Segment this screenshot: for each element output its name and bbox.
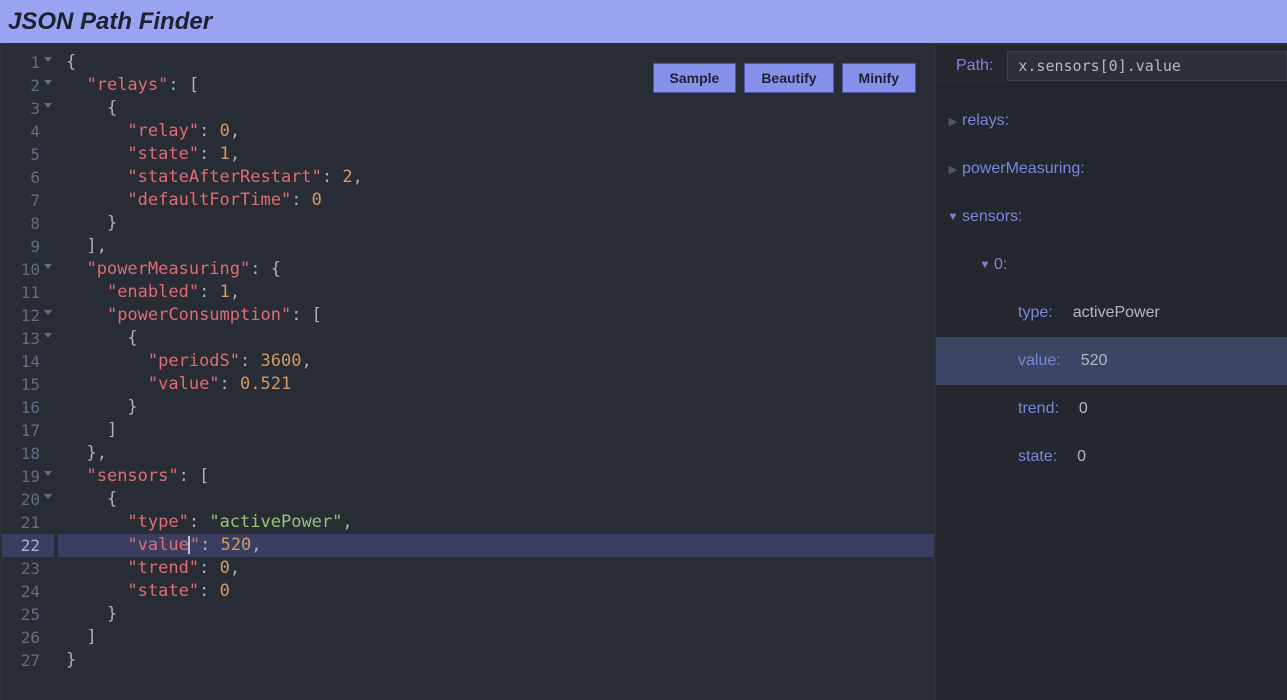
tree-row-sensors[interactable]: ▼sensors: <box>936 193 1287 241</box>
gutter-line-number: 21 <box>2 511 54 534</box>
tree-value: 0 <box>1079 400 1088 418</box>
gutter-line-number: 10 <box>2 258 54 281</box>
gutter-line-number: 24 <box>2 580 54 603</box>
code-line[interactable]: "defaultForTime": 0 <box>58 189 934 212</box>
code-line[interactable]: ] <box>58 626 934 649</box>
tree-row-powerMeasuring[interactable]: ▶powerMeasuring: <box>936 145 1287 193</box>
code-line[interactable]: } <box>58 212 934 235</box>
path-tree-panel: Path: x.sensors[0].value ▶relays:▶powerM… <box>936 45 1287 700</box>
gutter-line-number: 8 <box>2 212 54 235</box>
gutter-line-number: 16 <box>2 396 54 419</box>
gutter-line-number: 7 <box>2 189 54 212</box>
gutter-line-number: 19 <box>2 465 54 488</box>
fold-chevron-icon[interactable] <box>44 80 52 85</box>
tree-key: trend: <box>1018 400 1059 418</box>
gutter-line-number: 3 <box>2 97 54 120</box>
chevron-down-icon[interactable]: ▼ <box>944 211 962 223</box>
tree-key: value: <box>1018 352 1061 370</box>
code-line[interactable]: "powerMeasuring": { <box>58 258 934 281</box>
tree-row-trend[interactable]: trend: 0 <box>936 385 1287 433</box>
tree-key: 0: <box>994 256 1007 274</box>
code-line[interactable]: "state": 1, <box>58 143 934 166</box>
tree-value: activePower <box>1073 304 1160 322</box>
gutter-line-number: 18 <box>2 442 54 465</box>
gutter-line-number: 9 <box>2 235 54 258</box>
json-editor[interactable]: 1234567891011121314151617181920212223242… <box>0 45 936 700</box>
tree-row-0[interactable]: ▼0: <box>936 241 1287 289</box>
main-area: 1234567891011121314151617181920212223242… <box>0 45 1287 700</box>
chevron-right-icon[interactable]: ▶ <box>944 163 962 176</box>
code-line[interactable]: "powerConsumption": [ <box>58 304 934 327</box>
tree-value: 0 <box>1077 448 1086 466</box>
code-line[interactable]: } <box>58 396 934 419</box>
fold-chevron-icon[interactable] <box>44 471 52 476</box>
gutter-line-number: 23 <box>2 557 54 580</box>
path-row: Path: x.sensors[0].value <box>936 45 1287 87</box>
code-line[interactable]: "value": 0.521 <box>58 373 934 396</box>
fold-chevron-icon[interactable] <box>44 310 52 315</box>
gutter-line-number: 15 <box>2 373 54 396</box>
beautify-button[interactable]: Beautify <box>744 63 833 93</box>
fold-chevron-icon[interactable] <box>44 333 52 338</box>
gutter-line-number: 27 <box>2 649 54 672</box>
tree-key: state: <box>1018 448 1057 466</box>
tree-row-state[interactable]: state: 0 <box>936 433 1287 481</box>
gutter-line-number: 20 <box>2 488 54 511</box>
path-label: Path: <box>956 57 993 75</box>
code-line[interactable]: ] <box>58 419 934 442</box>
gutter-line-number: 6 <box>2 166 54 189</box>
path-input[interactable]: x.sensors[0].value <box>1007 51 1287 81</box>
chevron-down-icon[interactable]: ▼ <box>976 259 994 271</box>
code-line[interactable]: { <box>58 327 934 350</box>
gutter-line-number: 25 <box>2 603 54 626</box>
gutter-line-number: 2 <box>2 74 54 97</box>
code-line[interactable]: "sensors": [ <box>58 465 934 488</box>
code-line[interactable]: { <box>58 488 934 511</box>
code-line[interactable]: "state": 0 <box>58 580 934 603</box>
code-line[interactable]: } <box>58 649 934 672</box>
gutter-line-number: 26 <box>2 626 54 649</box>
sample-button[interactable]: Sample <box>653 63 737 93</box>
code-line[interactable]: "trend": 0, <box>58 557 934 580</box>
code-line[interactable]: "value": 520, <box>58 534 934 557</box>
tree-value: 520 <box>1081 352 1108 370</box>
code-line[interactable]: "enabled": 1, <box>58 281 934 304</box>
tree-key: powerMeasuring: <box>962 160 1085 178</box>
code-line[interactable]: "type": "activePower", <box>58 511 934 534</box>
code-line[interactable]: "stateAfterRestart": 2, <box>58 166 934 189</box>
tree-row-type[interactable]: type: activePower <box>936 289 1287 337</box>
gutter-line-number: 13 <box>2 327 54 350</box>
code-line[interactable]: }, <box>58 442 934 465</box>
editor-buttons: Sample Beautify Minify <box>653 63 917 93</box>
tree-row-value[interactable]: value: 520 <box>936 337 1287 385</box>
gutter-line-number: 1 <box>2 51 54 74</box>
editor-code[interactable]: { "relays": [ { "relay": 0, "state": 1, … <box>58 45 934 700</box>
minify-button[interactable]: Minify <box>842 63 916 93</box>
gutter-line-number: 17 <box>2 419 54 442</box>
tree-key: relays: <box>962 112 1009 130</box>
tree-key: sensors: <box>962 208 1022 226</box>
gutter-line-number: 4 <box>2 120 54 143</box>
code-line[interactable]: } <box>58 603 934 626</box>
json-tree: ▶relays:▶powerMeasuring:▼sensors:▼0:type… <box>936 87 1287 481</box>
gutter-line-number: 22 <box>2 534 54 557</box>
gutter-line-number: 11 <box>2 281 54 304</box>
fold-chevron-icon[interactable] <box>44 57 52 62</box>
gutter-line-number: 5 <box>2 143 54 166</box>
fold-chevron-icon[interactable] <box>44 264 52 269</box>
editor-gutter: 1234567891011121314151617181920212223242… <box>2 45 58 700</box>
fold-chevron-icon[interactable] <box>44 103 52 108</box>
code-line[interactable]: { <box>58 97 934 120</box>
fold-chevron-icon[interactable] <box>44 494 52 499</box>
tree-row-relays[interactable]: ▶relays: <box>936 97 1287 145</box>
chevron-right-icon[interactable]: ▶ <box>944 115 962 128</box>
code-line[interactable]: ], <box>58 235 934 258</box>
code-line[interactable]: "periodS": 3600, <box>58 350 934 373</box>
tree-key: type: <box>1018 304 1053 322</box>
gutter-line-number: 14 <box>2 350 54 373</box>
app-header: JSON Path Finder <box>0 0 1287 45</box>
code-line[interactable]: "relay": 0, <box>58 120 934 143</box>
gutter-line-number: 12 <box>2 304 54 327</box>
app-title: JSON Path Finder <box>8 8 212 36</box>
